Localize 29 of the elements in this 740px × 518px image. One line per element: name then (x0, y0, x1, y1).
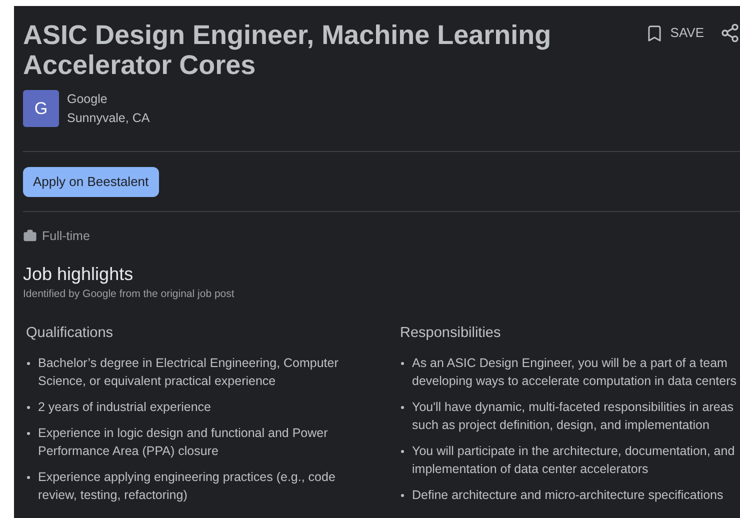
highlights-title: Job highlights (23, 262, 134, 285)
save-button[interactable]: SAVE (645, 23, 704, 43)
apply-button[interactable]: Apply on Beestalent (23, 167, 159, 197)
share-icon[interactable] (720, 23, 740, 43)
list-item: 2 years of industrial experience (38, 398, 212, 416)
section-heading: Qualifications (26, 324, 114, 342)
list-item: You'll have dynamic, multi-faceted responsibilities in areas such as project definition, design, and implementation (412, 398, 735, 434)
list-item: As an ASIC Design Engineer, you will be a part of a team developing ways to accelerate computation in data centers (412, 354, 738, 390)
bullet-icon (401, 362, 404, 364)
bullet-icon (27, 476, 30, 478)
highlights-subtitle: Identified by Google from the original job post (23, 286, 236, 302)
list-item: You will participate in the architecture, documentation, and implementation of data center accelerators (412, 442, 736, 478)
company-name: Google (67, 91, 108, 108)
list-item: Experience applying engineering practices (e.g., code review, testing, refactoring) (38, 468, 336, 504)
bullet-icon (401, 494, 404, 496)
bullet-icon (401, 406, 404, 408)
employment-type: Full-time (42, 228, 90, 245)
bullet-icon (401, 450, 404, 452)
list-item: Define architecture and micro-architecture specifications (412, 486, 724, 504)
briefcase-icon (23, 229, 37, 244)
bullet-icon (27, 432, 30, 434)
section-heading: Responsibilities (400, 324, 502, 342)
list-item: Experience in logic design and functional and Power Performance Area (PPA) closure (38, 424, 329, 460)
bullet-icon (27, 362, 30, 364)
job-title: ASIC Design Engineer, Machine Learning Accelerator Cores (23, 20, 552, 80)
bullet-icon (27, 406, 30, 408)
list-item: Bachelor’s degree in Electrical Engineering, Computer Science, or equivalent practical experience (38, 354, 340, 390)
job-location: Sunnyvale, CA (67, 110, 150, 127)
company-logo: G (23, 90, 59, 127)
